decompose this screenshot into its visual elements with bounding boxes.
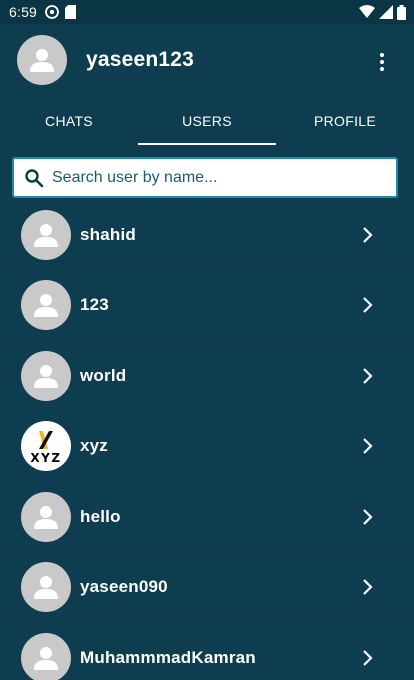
avatar: [21, 491, 71, 542]
list-item[interactable]: XYZ xyz: [0, 412, 414, 482]
avatar: [21, 632, 71, 680]
person-icon: [34, 364, 58, 388]
xyz-logo-avatar: XYZ: [21, 421, 71, 472]
list-item[interactable]: MuhammmadKamran: [0, 623, 414, 680]
search-box[interactable]: [12, 157, 398, 198]
list-item[interactable]: 123: [0, 271, 414, 341]
chevron-right-icon: [363, 579, 373, 596]
person-icon: [30, 49, 54, 72]
search-input[interactable]: [52, 168, 372, 187]
user-name: yaseen090: [80, 577, 168, 597]
tab-profile[interactable]: PROFILE: [276, 96, 414, 146]
profile-avatar[interactable]: [17, 35, 67, 85]
xyz-logo-text: XYZ: [30, 450, 62, 465]
dot-icon: [380, 60, 384, 64]
status-right-icons: [359, 4, 406, 20]
list-item[interactable]: shahid: [0, 200, 414, 271]
chevron-right-icon: [363, 226, 373, 243]
avatar: [21, 350, 71, 401]
tab-users[interactable]: USERS: [138, 96, 276, 146]
chevron-right-icon: [363, 438, 373, 455]
person-icon: [34, 505, 58, 529]
user-name: hello: [80, 506, 121, 526]
person-icon: [34, 646, 58, 670]
user-name: xyz: [80, 436, 109, 456]
sd-card-icon: [65, 5, 77, 19]
dot-icon: [380, 67, 384, 71]
status-left-icons: [45, 5, 77, 19]
tab-bar: CHATS USERS PROFILE: [0, 96, 414, 146]
search-icon: [25, 168, 44, 187]
battery-icon: [397, 4, 406, 20]
overflow-menu-button[interactable]: [372, 50, 392, 74]
header-username: yaseen123: [86, 48, 195, 71]
status-time: 6:59: [9, 4, 38, 20]
chevron-right-icon: [363, 649, 373, 666]
tab-chats[interactable]: CHATS: [0, 96, 138, 146]
dot-icon: [380, 53, 384, 57]
user-name: world: [80, 365, 127, 385]
status-bar: 6:59: [0, 0, 414, 24]
person-icon: [34, 223, 58, 247]
user-name: MuhammmadKamran: [80, 647, 256, 667]
person-icon: [34, 294, 58, 318]
list-item[interactable]: yaseen090: [0, 553, 414, 623]
chevron-right-icon: [363, 297, 373, 314]
person-icon: [34, 576, 58, 600]
chevron-right-icon: [363, 508, 373, 525]
at-sign-icon: [45, 5, 59, 19]
user-name: 123: [80, 295, 109, 315]
avatar: [21, 209, 71, 260]
list-item[interactable]: world: [0, 341, 414, 412]
user-name: shahid: [80, 224, 136, 244]
xyz-logo-icon: [39, 430, 53, 449]
app-header: yaseen123: [0, 24, 414, 96]
chevron-right-icon: [363, 367, 373, 384]
avatar: [21, 280, 71, 331]
user-list: shahid 123 world XYZ xyz hello yaseen090…: [0, 200, 414, 680]
list-item[interactable]: hello: [0, 482, 414, 553]
wifi-icon: [359, 5, 375, 18]
avatar: [21, 562, 71, 613]
signal-icon: [379, 5, 393, 19]
